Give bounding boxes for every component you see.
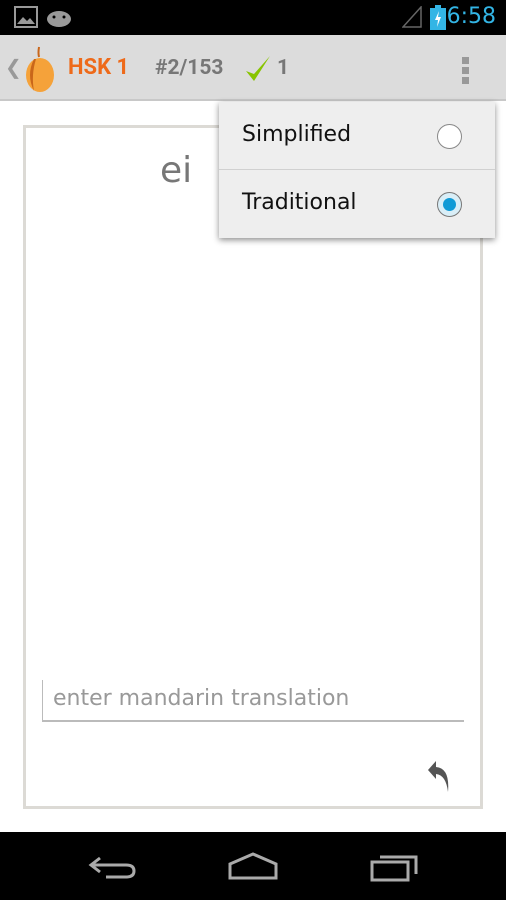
menu-item-simplified[interactable]: Simplified [219, 102, 495, 170]
home-button[interactable] [227, 852, 279, 880]
recent-apps-button[interactable] [370, 852, 420, 882]
menu-item-label: Traditional [242, 190, 357, 215]
checkmark-icon [246, 56, 270, 81]
battery-charging-icon [430, 5, 446, 30]
overflow-menu-button[interactable] [450, 49, 480, 89]
home-up-button[interactable]: ❮ [0, 45, 60, 92]
menu-item-traditional[interactable]: Traditional [219, 170, 495, 238]
back-chevron-icon: ❮ [5, 55, 22, 79]
signal-icon [402, 6, 422, 28]
action-bar: ❮ HSK 1 #2/153 1 [0, 35, 506, 101]
clock: 6:58 [446, 4, 496, 29]
translation-input[interactable]: enter mandarin translation [42, 680, 464, 722]
navigation-bar [0, 832, 506, 900]
image-notification-icon [14, 6, 38, 28]
app-logo-icon [26, 46, 54, 92]
radio-simplified[interactable] [437, 124, 462, 149]
undo-button[interactable] [424, 758, 454, 794]
flashcard-word: ei [160, 150, 193, 191]
overflow-icon [462, 57, 469, 84]
deck-title: HSK 1 [68, 55, 130, 80]
menu-item-label: Simplified [242, 122, 352, 147]
status-bar: 6:58 [0, 0, 506, 35]
back-button[interactable] [88, 854, 136, 880]
translation-placeholder: enter mandarin translation [53, 686, 350, 711]
android-notification-icon [47, 11, 71, 27]
progress-counter: #2/153 [155, 56, 224, 80]
correct-count: 1 [277, 56, 290, 80]
radio-traditional[interactable] [437, 192, 462, 217]
character-set-menu: Simplified Traditional [219, 102, 495, 238]
